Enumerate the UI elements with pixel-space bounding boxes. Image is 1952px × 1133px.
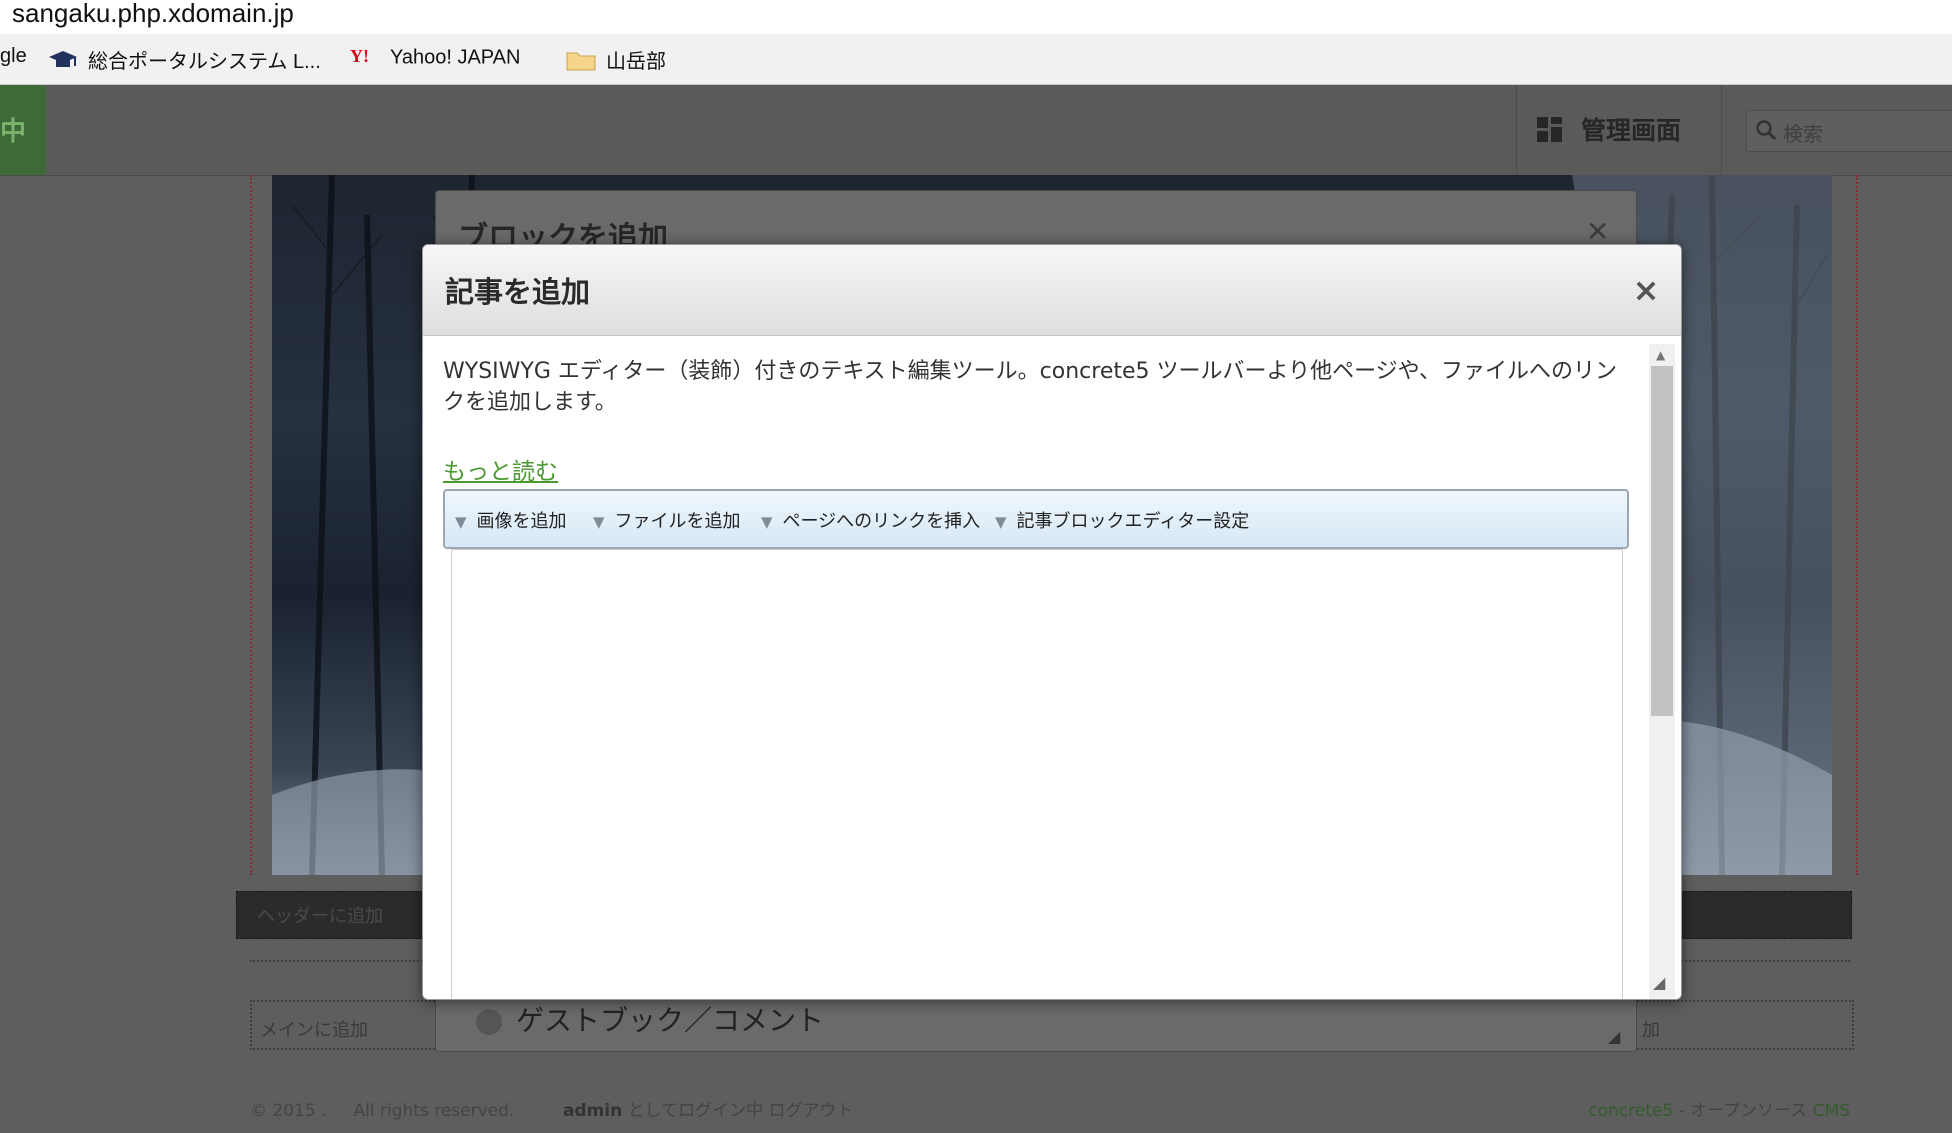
rights-text: All rights reserved. [353, 1101, 515, 1121]
triangle-down-icon: ▼ [995, 513, 1007, 531]
bookmark-label: Yahoo! JAPAN [390, 46, 521, 69]
edit-mode-label: 中 [0, 117, 27, 147]
dialog-scrollbar[interactable]: ▲ [1649, 344, 1675, 999]
username: admin [562, 1101, 623, 1121]
graduation-cap-icon [48, 49, 78, 77]
close-icon[interactable]: × [1631, 274, 1661, 306]
scroll-up-icon[interactable]: ▲ [1656, 348, 1665, 362]
edit-mode-button[interactable]: 中 [0, 85, 46, 175]
search-placeholder: 検索 [1783, 122, 1823, 146]
svg-text:Y!: Y! [350, 46, 369, 65]
guestbook-label: ゲストブック／コメント [516, 1004, 825, 1037]
bookmark-google[interactable]: gle [0, 45, 27, 68]
resize-grip-icon[interactable]: ◢ [1653, 973, 1665, 992]
bookmark-sangakubu[interactable]: 山岳部 [566, 45, 666, 77]
triangle-down-icon: ▼ [455, 513, 467, 531]
add-image-label: 画像を追加 [476, 511, 567, 532]
guestbook-icon [476, 1009, 502, 1035]
login-status: としてログイン中 [627, 1101, 764, 1121]
editor-toolbar: ▼ 画像を追加 ▼ ファイルを追加 ▼ ページへのリンクを挿入 ▼ 記事ブロックエディタ… [443, 489, 1629, 549]
url-text[interactable]: sangaku.php.xdomain.jp [12, 0, 294, 29]
yahoo-icon: Y! [350, 45, 380, 71]
cms-toolbar: 中 管理画面 検索 [0, 85, 1952, 176]
bookmark-label: gle [0, 45, 27, 67]
page-footer: © 2015 . All rights reserved. admin としてロ… [250, 1096, 1850, 1121]
copyright: © 2015 . [250, 1101, 327, 1121]
dialog-title: 記事を追加 [445, 275, 591, 309]
footer-right: concrete5 - オープンソース CMS [1588, 1096, 1850, 1121]
block-description: WYSIWYG エディター（装飾）付きのテキスト編集ツール。concrete5 … [443, 359, 1617, 415]
add-file-label: ファイルを追加 [614, 511, 741, 532]
logout-link[interactable]: ログアウト [769, 1101, 854, 1121]
bookmark-label: 総合ポータルシステム L... [88, 51, 321, 73]
insert-page-link-button[interactable]: ▼ ページへのリンクを挿入 [761, 507, 980, 533]
dashboard-button[interactable]: 管理画面 [1516, 85, 1722, 175]
insert-page-link-label: ページへのリンクを挿入 [782, 511, 981, 532]
bookmarks-bar: gle 総合ポータルシステム L... Y! Yahoo! JAPAN 山岳部 [0, 34, 1952, 85]
search-input[interactable]: 検索 [1746, 110, 1952, 152]
read-more-link[interactable]: もっと読む [443, 452, 558, 486]
footer-left: © 2015 . All rights reserved. admin としてロ… [250, 1096, 854, 1121]
bookmark-label: 山岳部 [606, 51, 666, 73]
scrollbar-thumb[interactable] [1651, 366, 1673, 716]
triangle-down-icon: ▼ [593, 513, 605, 531]
dialog-body: WYSIWYG エディター（装飾）付きのテキスト編集ツール。concrete5 … [423, 336, 1645, 999]
editor-settings-button[interactable]: ▼ 記事ブロックエディター設定 [995, 507, 1249, 533]
address-bar[interactable]: sangaku.php.xdomain.jp [0, 0, 1952, 35]
folder-icon [566, 49, 596, 77]
header-add-label: ヘッダーに追加 [257, 906, 383, 927]
add-file-button[interactable]: ▼ ファイルを追加 [593, 507, 741, 533]
dashboard-grid-icon [1537, 117, 1563, 147]
add-image-button[interactable]: ▼ 画像を追加 [455, 507, 567, 533]
dashboard-label: 管理画面 [1581, 116, 1682, 145]
triangle-down-icon: ▼ [761, 513, 773, 531]
cms-link[interactable]: CMS [1813, 1101, 1850, 1121]
bookmark-yahoo[interactable]: Y! Yahoo! JAPAN [350, 45, 520, 71]
resize-grip-icon[interactable]: ◢ [1608, 1027, 1620, 1046]
brand-link[interactable]: concrete5 [1588, 1101, 1673, 1121]
brand-suffix: - オープンソース [1673, 1101, 1813, 1121]
add-content-dialog: 記事を追加 × WYSIWYG エディター（装飾）付きのテキスト編集ツール。co… [422, 244, 1682, 1000]
main-add-label-right: 加 [1642, 1020, 1660, 1041]
guestbook-item[interactable]: ゲストブック／コメント [476, 999, 824, 1039]
bookmark-portal[interactable]: 総合ポータルシステム L... [48, 45, 321, 77]
dialog-header: 記事を追加 × [423, 245, 1681, 336]
editor-settings-label: 記事ブロックエディター設定 [1016, 511, 1250, 532]
content-editor[interactable] [451, 549, 1623, 999]
main-add-label: メインに追加 [260, 1020, 368, 1041]
search-icon [1755, 119, 1777, 145]
